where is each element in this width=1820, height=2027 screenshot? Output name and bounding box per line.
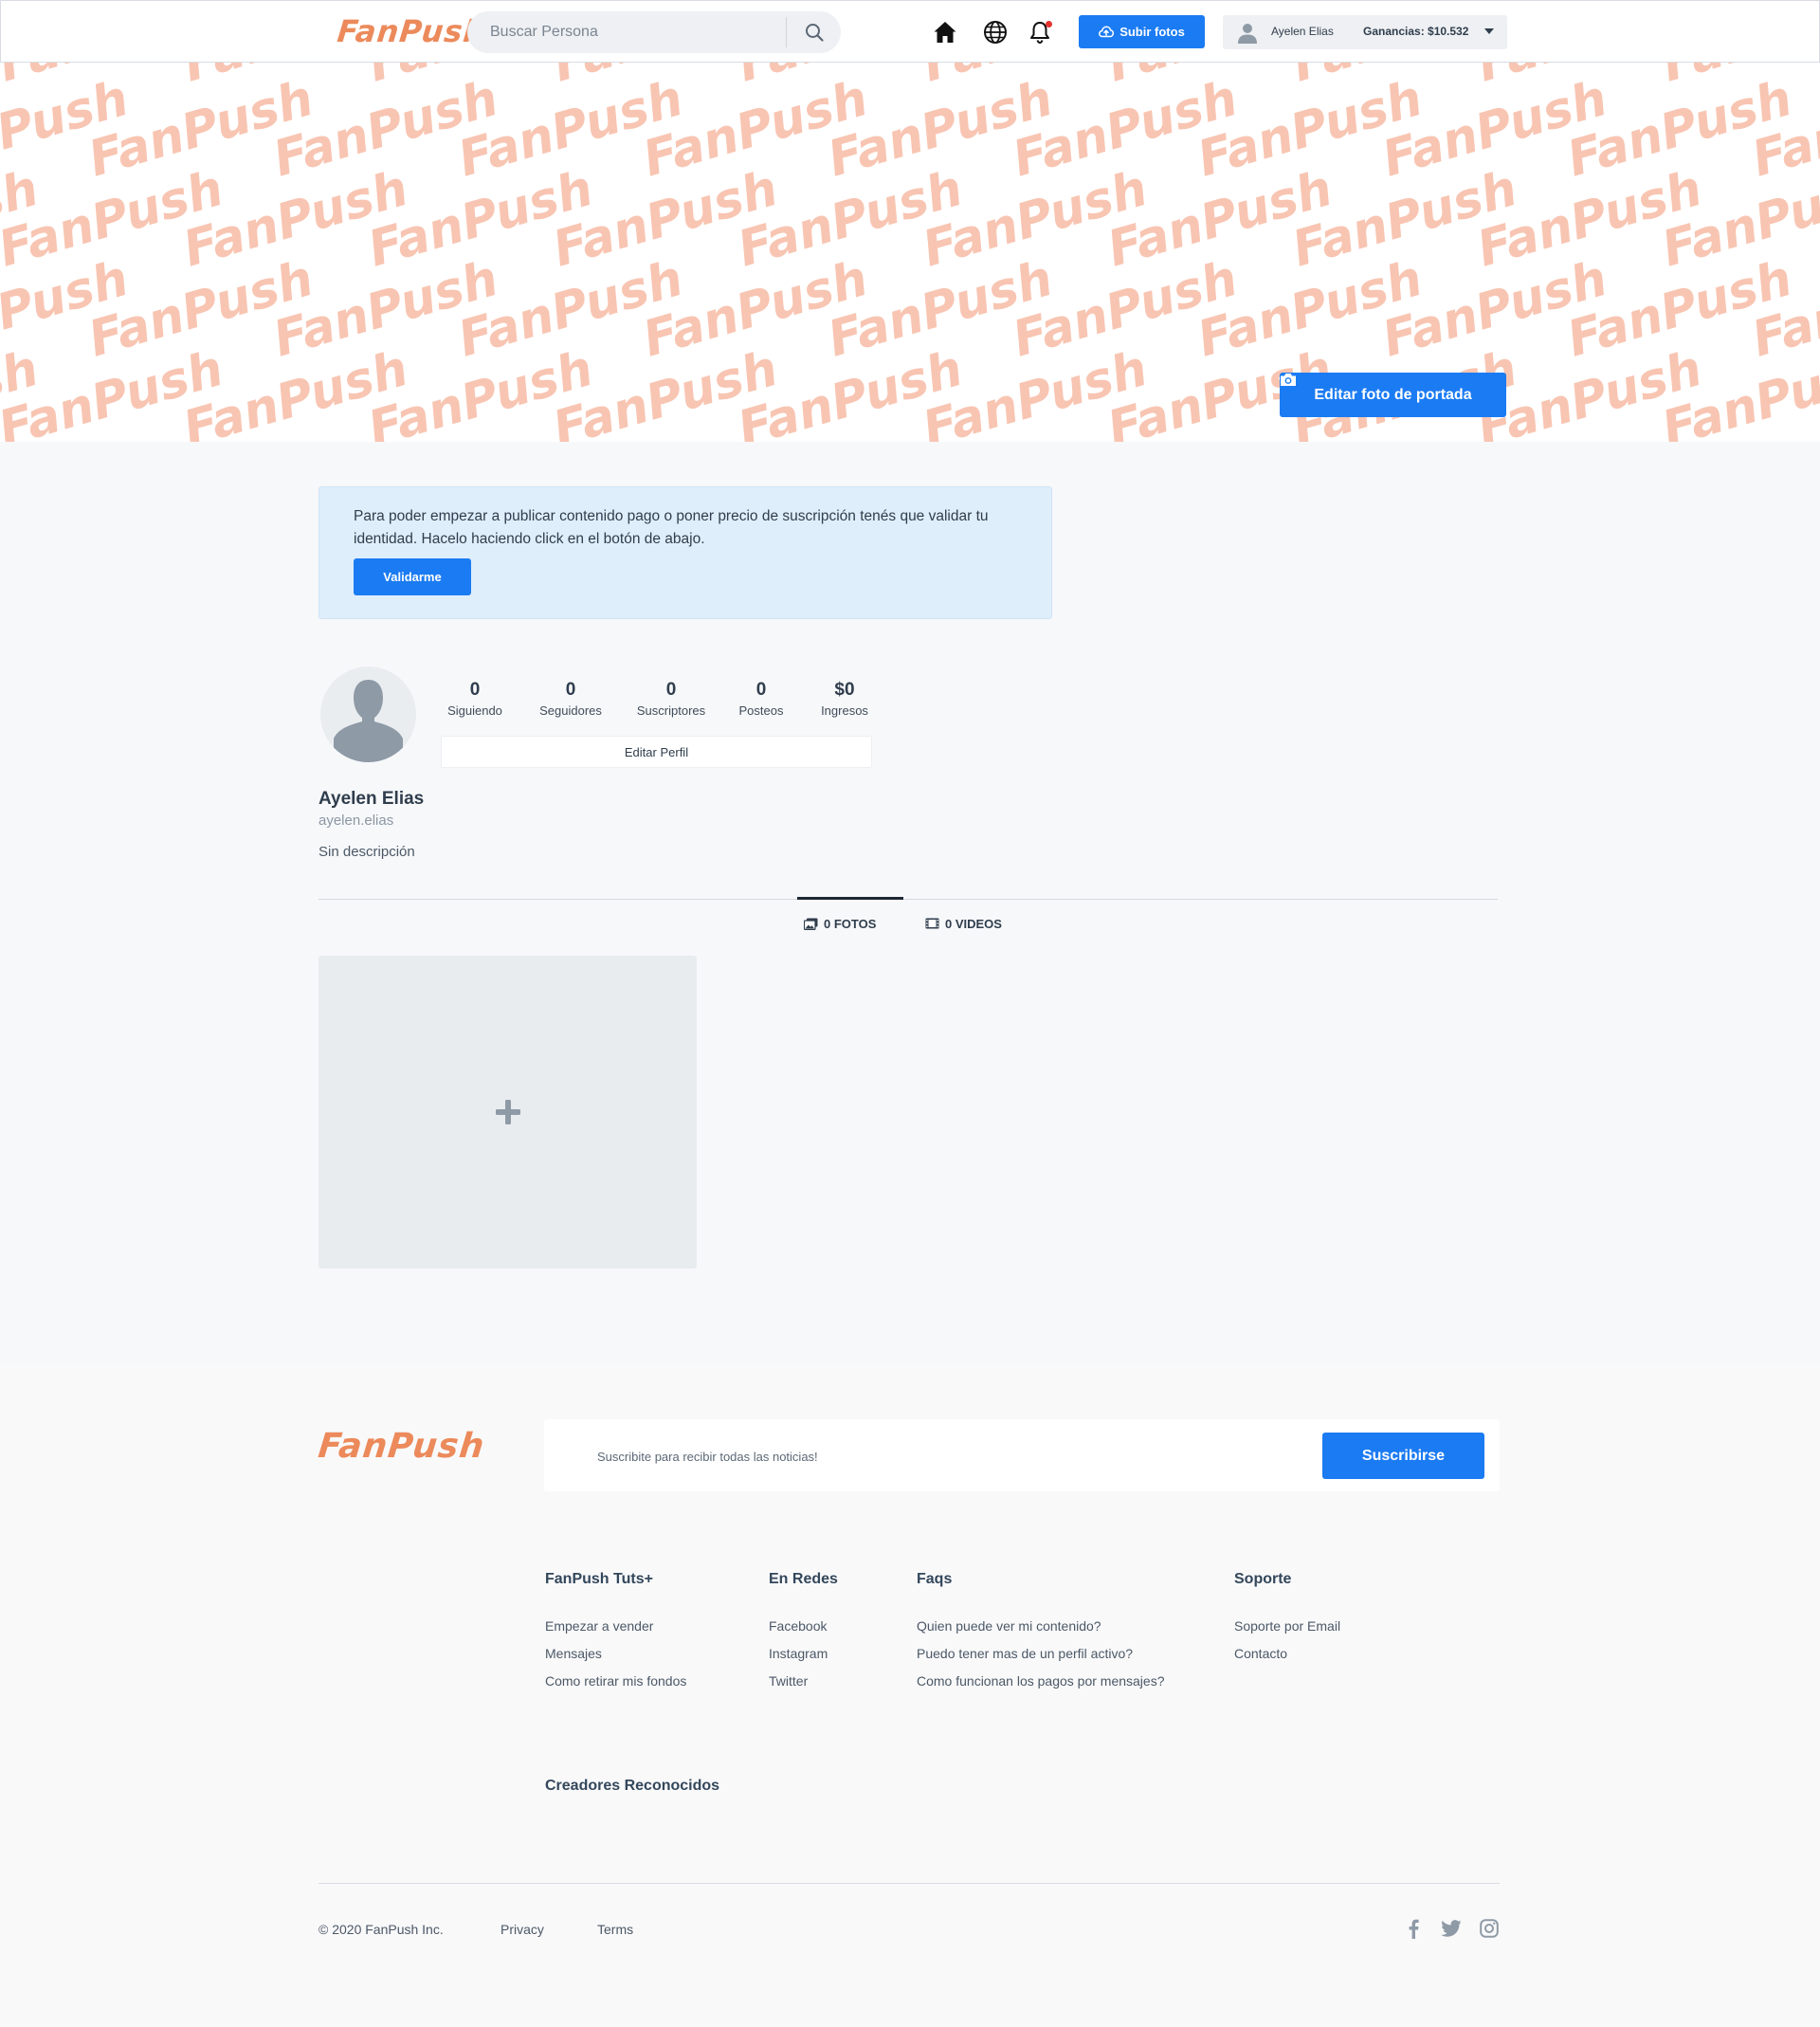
footer-column-title: FanPush Tuts+ [545,1571,653,1587]
footer-logo[interactable]: FanPush [317,1427,486,1466]
default-user-icon [334,680,403,762]
search-input[interactable] [490,11,774,53]
edit-cover-label: Editar foto de portada [1314,386,1472,403]
film-icon [925,918,939,929]
footer-column-faqs: Faqs Quien puede ver mi contenido? Puedo… [917,1571,1165,1699]
identity-validation-alert: Para poder empezar a publicar contenido … [318,486,1052,619]
explore-button[interactable] [981,18,1010,46]
footer-link[interactable]: Como funcionan los pagos por mensajes? [917,1671,1165,1690]
user-menu[interactable]: Ayelen Elias Ganancias: $10.532 [1223,15,1507,49]
footer-link[interactable]: Facebook [769,1616,838,1635]
footer-column-title: En Redes [769,1571,838,1587]
earnings-display: Ganancias: $10.532 [1363,25,1469,38]
newsletter-box: Suscribirse [544,1419,1500,1491]
header-logo[interactable]: FanPush [336,13,487,49]
upload-photos-label: Subir fotos [1119,25,1185,39]
profile-avatar[interactable] [320,667,416,762]
twitter-button[interactable] [1440,1916,1463,1941]
add-photo-tile[interactable] [318,956,697,1269]
globe-icon [984,21,1007,44]
twitter-icon [1441,1920,1462,1937]
validate-button[interactable]: Validarme [354,558,471,595]
footer-link[interactable]: Como retirar mis fondos [545,1671,686,1690]
stat-label: Suscriptores [636,703,706,718]
camera-icon [1281,374,1296,386]
footer-column-title: Soporte [1234,1571,1292,1587]
footer-link[interactable]: Contacto [1234,1644,1340,1663]
chevron-down-icon [1484,28,1494,34]
footer-link[interactable]: Puedo tener mas de un perfil activo? [917,1644,1165,1663]
edit-cover-button[interactable]: Editar foto de portada [1280,373,1506,417]
profile-handle: ayelen.elias [318,813,394,829]
instagram-button[interactable] [1478,1916,1501,1941]
footer-divider [318,1883,1500,1884]
newsletter-email-input[interactable] [597,1442,1261,1470]
footer-link[interactable]: Empezar a vender [545,1616,686,1635]
stat-value: 0 [469,680,481,700]
notifications-button[interactable] [1026,18,1054,46]
footer-column-title: Faqs [917,1571,953,1587]
profile-stats: 0 Siguiendo 0 Seguidores 0 Suscriptores … [442,679,872,726]
plus-icon [495,1100,520,1124]
stat-value: 0 [755,680,767,700]
alert-message: Para poder empezar a publicar contenido … [354,508,989,547]
upload-photos-button[interactable]: Subir fotos [1079,15,1205,48]
footer-link[interactable]: Twitter [769,1671,838,1690]
footer-link[interactable]: Quien puede ver mi contenido? [917,1616,1165,1635]
tab-photos[interactable]: 0 FOTOS [804,914,876,933]
creators-heading: Creadores Reconocidos [545,1778,720,1794]
instagram-icon [1480,1919,1499,1938]
search-button[interactable] [787,11,841,53]
stat-value: $0 [834,680,855,700]
stat-income[interactable]: $0 Ingresos [813,679,876,721]
footer-link[interactable]: Mensajes [545,1644,686,1663]
footer-link[interactable]: Instagram [769,1644,838,1663]
cover-watermark-pattern: FanPushFanPushFanPushFanPushFanPushFanPu… [0,63,1820,442]
header-user-name: Ayelen Elias [1271,25,1334,38]
home-button[interactable] [931,18,959,46]
terms-link[interactable]: Terms [597,1922,633,1937]
top-navbar: FanPush Buscar Persona Subir fotos Ayele… [0,0,1820,63]
search-bar [467,11,841,53]
stat-label: Ingresos [821,703,868,718]
facebook-icon [1409,1919,1419,1939]
tabs-divider [318,899,1498,900]
stat-label: Siguiendo [447,703,502,718]
search-icon [805,24,824,42]
stat-value: 0 [665,680,677,700]
facebook-button[interactable] [1402,1916,1425,1941]
photos-icon [804,918,818,930]
footer-column-support: Soporte Soporte por Email Contacto [1234,1571,1340,1671]
tab-photos-label: 0 FOTOS [824,916,877,931]
footer: FanPush Suscribirse FanPush Tuts+ Empeza… [0,1362,1820,2027]
stat-posts[interactable]: 0 Posteos [732,679,791,721]
footer-column-tuts: FanPush Tuts+ Empezar a vender Mensajes … [545,1571,686,1699]
profile-description: Sin descripción [318,844,415,860]
tab-videos-label: 0 VIDEOS [945,916,1002,931]
active-tab-indicator [797,897,903,900]
user-avatar-icon [1238,24,1257,44]
notification-dot [1046,21,1052,27]
privacy-link[interactable]: Privacy [500,1922,544,1937]
profile-name: Ayelen Elias [318,789,425,809]
footer-link[interactable]: Soporte por Email [1234,1616,1340,1635]
footer-column-social: En Redes Facebook Instagram Twitter [769,1571,838,1699]
subscribe-button[interactable]: Suscribirse [1322,1433,1484,1479]
stat-followers[interactable]: 0 Seguidores [533,679,609,721]
stat-following[interactable]: 0 Siguiendo [442,679,508,721]
copyright-text: © 2020 FanPush Inc. [318,1922,444,1937]
cover-photo: FanPush FanPush FanPush FanPush FanPush FanPu… [0,63,1820,442]
tab-videos[interactable]: 0 VIDEOS [925,914,1002,933]
stat-label: Posteos [738,703,784,718]
stat-subscribers[interactable]: 0 Suscriptores [630,679,712,721]
home-icon [934,22,956,43]
edit-profile-button[interactable]: Editar Perfil [441,736,872,768]
stat-value: 0 [565,680,576,700]
stat-label: Seguidores [539,703,602,718]
cloud-upload-icon [1099,26,1115,38]
